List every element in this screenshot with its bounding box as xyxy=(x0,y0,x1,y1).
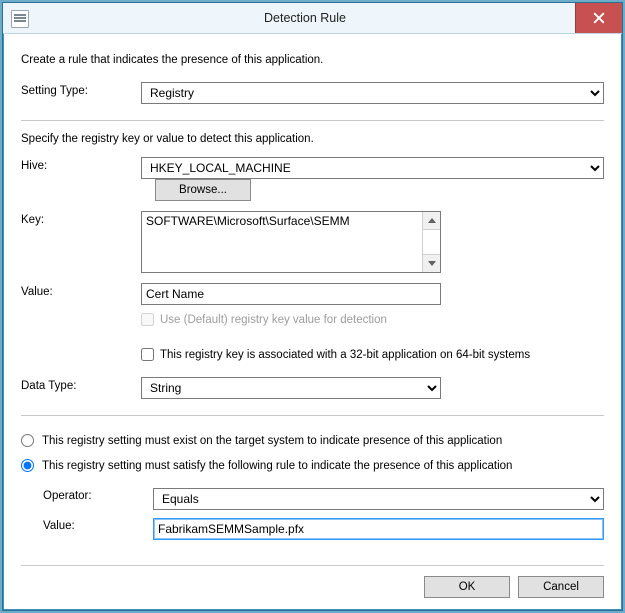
data-type-label: Data Type: xyxy=(21,377,141,392)
window-title: Detection Rule xyxy=(35,3,575,33)
hive-label: Hive: xyxy=(21,157,141,172)
chevron-down-icon xyxy=(428,261,436,266)
key-label: Key: xyxy=(21,211,141,226)
titlebar: Detection Rule xyxy=(3,3,622,34)
registry-section-desc: Specify the registry key or value to det… xyxy=(21,133,604,145)
operator-label: Operator: xyxy=(43,488,153,502)
setting-type-label: Setting Type: xyxy=(21,82,141,97)
intro-text: Create a rule that indicates the presenc… xyxy=(21,54,604,66)
use-default-row: Use (Default) registry key value for det… xyxy=(141,313,441,326)
radio-exist[interactable] xyxy=(21,434,34,447)
key-value-text: SOFTWARE\Microsoft\Surface\SEMM xyxy=(142,212,422,272)
key-spin-down[interactable] xyxy=(423,254,440,272)
assoc-32bit-label: This registry key is associated with a 3… xyxy=(160,349,530,361)
value-input[interactable] xyxy=(141,283,441,305)
chevron-up-icon xyxy=(428,218,436,223)
value-label: Value: xyxy=(21,283,141,298)
radio-exist-label: This registry setting must exist on the … xyxy=(42,435,502,447)
divider-2 xyxy=(21,415,604,416)
radio-rule-label: This registry setting must satisfy the f… xyxy=(42,460,512,472)
close-button[interactable] xyxy=(575,3,622,33)
browse-button[interactable]: Browse... xyxy=(155,179,251,201)
cancel-button[interactable]: Cancel xyxy=(518,576,604,598)
radio-rule-row[interactable]: This registry setting must satisfy the f… xyxy=(21,459,604,472)
setting-type-select[interactable]: Registry xyxy=(141,82,604,104)
detection-rule-dialog: Detection Rule Create a rule that indica… xyxy=(2,2,623,611)
key-spin-up[interactable] xyxy=(423,212,440,230)
radio-rule[interactable] xyxy=(21,459,34,472)
rule-value-label: Value: xyxy=(43,518,153,532)
radio-exist-row[interactable]: This registry setting must exist on the … xyxy=(21,434,604,447)
close-icon xyxy=(593,12,605,24)
divider xyxy=(21,120,604,121)
app-icon xyxy=(11,10,29,28)
rule-value-input[interactable] xyxy=(153,518,604,540)
use-default-label: Use (Default) registry key value for det… xyxy=(160,314,387,326)
assoc-32bit-checkbox[interactable] xyxy=(141,348,154,361)
use-default-checkbox xyxy=(141,313,154,326)
hive-select[interactable]: HKEY_LOCAL_MACHINE xyxy=(141,157,604,179)
ok-button[interactable]: OK xyxy=(424,576,510,598)
key-input[interactable]: SOFTWARE\Microsoft\Surface\SEMM xyxy=(141,211,441,273)
key-spinner xyxy=(422,212,440,272)
data-type-select[interactable]: String xyxy=(141,377,441,399)
operator-select[interactable]: Equals xyxy=(153,488,604,510)
